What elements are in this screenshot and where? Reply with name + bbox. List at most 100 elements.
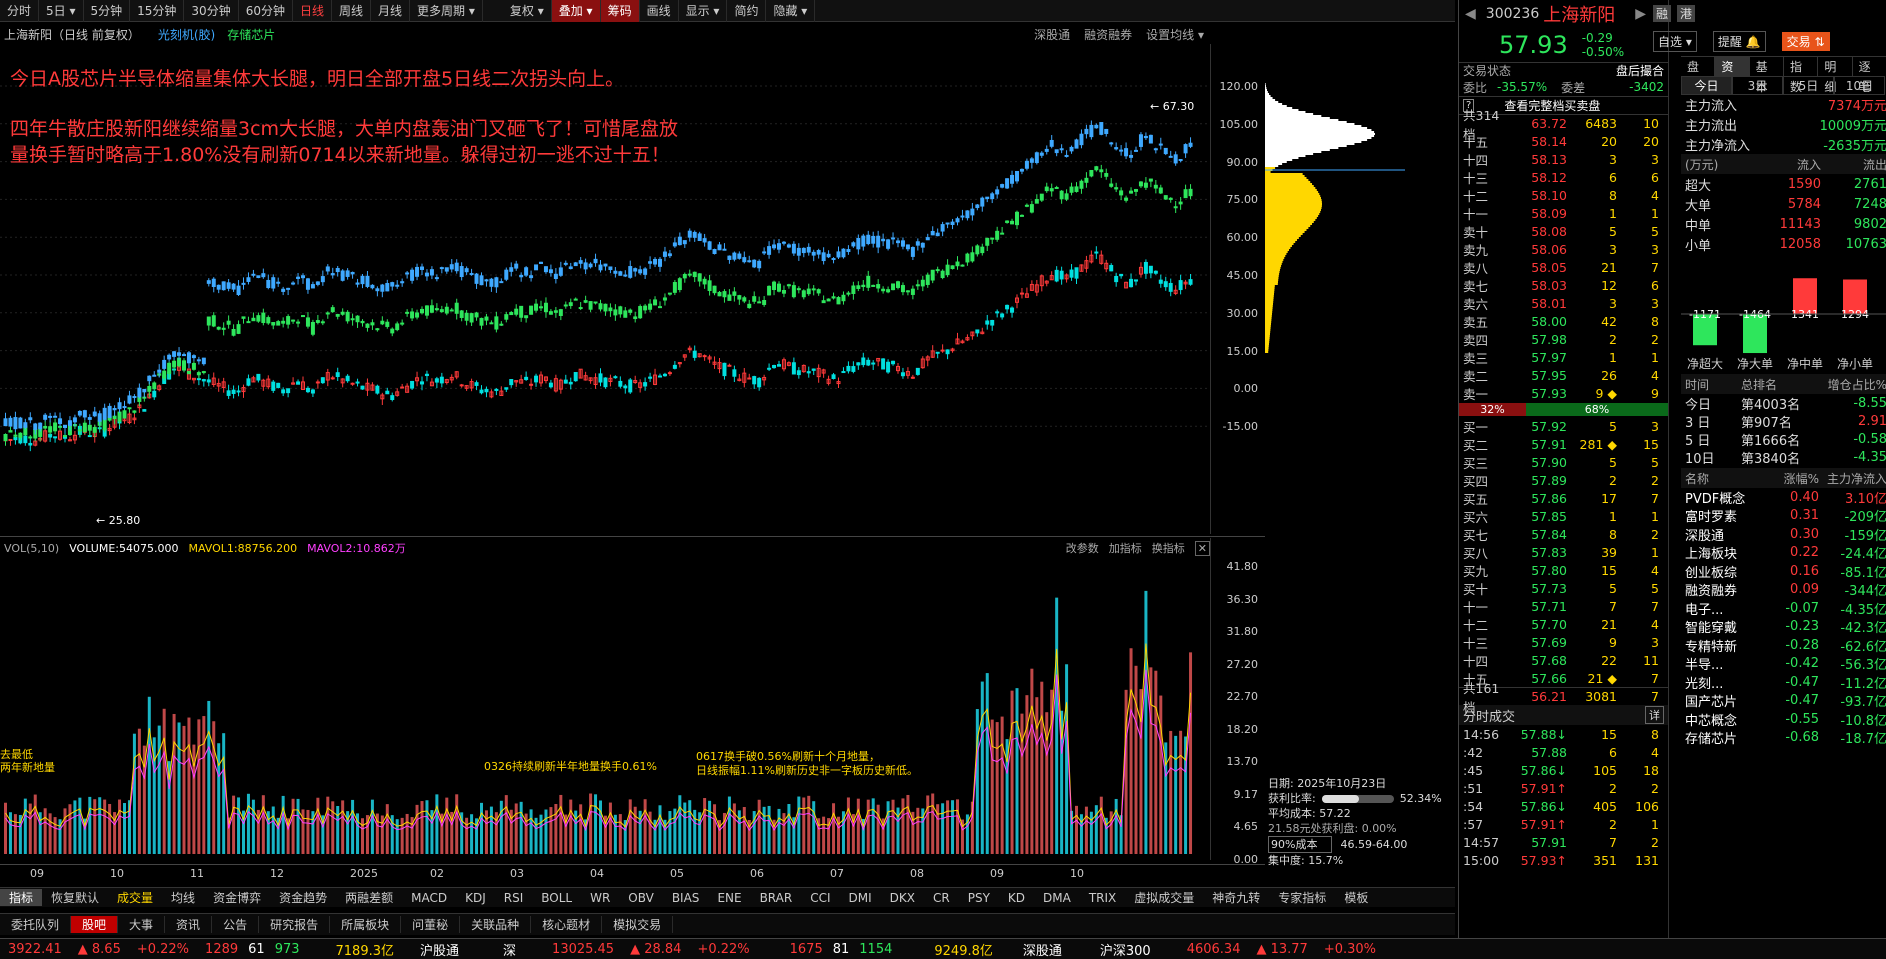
tool-4[interactable]: 显示 ▾	[679, 0, 728, 22]
tag-1[interactable]: 光刻机(胶)	[158, 26, 215, 43]
bottom-tab-10[interactable]: 模拟交易	[602, 916, 674, 933]
trade-button[interactable]: 交易 ⇅	[1781, 31, 1830, 51]
indicator-tab-0[interactable]: 指标	[0, 889, 43, 906]
indicator-tab-22[interactable]: DMA	[1034, 891, 1080, 905]
bid-row[interactable]: 买五 57.86 17 7	[1459, 489, 1668, 507]
ask-row[interactable]: 十五 58.14 20 20	[1459, 132, 1668, 150]
ask-row[interactable]: 卖二 57.95 26 4	[1459, 366, 1668, 384]
bottom-tab-1[interactable]: 股吧	[71, 916, 119, 933]
tag-2[interactable]: 存储芯片	[227, 26, 275, 43]
bid-row[interactable]: 买八 57.83 39 1	[1459, 543, 1668, 561]
link-rzrq[interactable]: 融资融券	[1084, 26, 1132, 43]
tool-5[interactable]: 简约	[727, 0, 767, 22]
ask-row[interactable]: 卖五 58.00 42 8	[1459, 312, 1668, 330]
sector-row[interactable]: 深股通 0.30 -159亿	[1681, 525, 1886, 544]
ask-row[interactable]: 十一 58.09 1 1	[1459, 204, 1668, 222]
sector-row[interactable]: 国产芯片 -0.47 -93.7亿	[1681, 692, 1886, 710]
bid-row[interactable]: 买二 57.91 281 ◆ 15	[1459, 435, 1668, 453]
sector-row[interactable]: 中芯概念 -0.55 -10.8亿	[1681, 710, 1886, 729]
sector-row[interactable]: PVDF概念 0.40 3.10亿	[1681, 488, 1886, 507]
sh-index[interactable]: 3922.41	[0, 942, 70, 957]
bid-row[interactable]: 买六 57.85 1 1	[1459, 507, 1668, 525]
tool-3[interactable]: 画线	[640, 0, 679, 22]
bid-row[interactable]: 买三 57.90 5 5	[1459, 453, 1668, 471]
sz-index[interactable]: 13025.45	[544, 942, 622, 957]
period-tab-7[interactable]: 周线	[332, 0, 372, 22]
tool-1[interactable]: 叠加 ▾	[551, 0, 601, 22]
ask-row[interactable]: 十四 58.13 3 3	[1459, 150, 1668, 168]
period-tab-4[interactable]: 30分钟	[184, 0, 239, 22]
sector-row[interactable]: 半导... -0.42 -56.3亿	[1681, 655, 1886, 673]
hs300-label[interactable]: 沪深300	[1092, 940, 1159, 959]
indicator-tab-5[interactable]: 资金趋势	[270, 889, 336, 906]
indicator-tab-12[interactable]: OBV	[619, 891, 663, 905]
fund-period-tab-3[interactable]: 10日	[1834, 75, 1885, 95]
sector-row[interactable]: 智能穿戴 -0.23 -42.3亿	[1681, 618, 1886, 636]
sector-row[interactable]: 创业板综 0.16 -85.1亿	[1681, 562, 1886, 581]
indicator-tab-8[interactable]: KDJ	[456, 891, 495, 905]
period-tab-3[interactable]: 15分钟	[130, 0, 185, 22]
indicator-tab-20[interactable]: PSY	[959, 891, 999, 905]
bottom-tab-6[interactable]: 所属板块	[330, 916, 402, 933]
indicator-tab-17[interactable]: DMI	[840, 891, 881, 905]
bid-row[interactable]: 买十 57.73 5 5	[1459, 579, 1668, 597]
ask-row[interactable]: 卖七 58.03 12 6	[1459, 276, 1668, 294]
indicator-tab-10[interactable]: BOLL	[532, 891, 581, 905]
link-sgt[interactable]: 深股通	[1034, 26, 1070, 43]
ask-row[interactable]: 卖三 57.97 1 1	[1459, 348, 1668, 366]
sgt-label[interactable]: 深股通	[1015, 940, 1070, 959]
fund-period-tab-1[interactable]: 3日	[1732, 75, 1783, 95]
ask-row[interactable]: 卖九 58.06 3 3	[1459, 240, 1668, 258]
bottom-tab-5[interactable]: 研究报告	[259, 916, 331, 933]
indicator-tab-7[interactable]: MACD	[402, 891, 456, 905]
bottom-tab-4[interactable]: 公告	[212, 916, 260, 933]
full-book-link[interactable]: 查看完整档买卖盘	[1504, 97, 1600, 114]
fund-tab-1[interactable]: 资金	[1715, 56, 1750, 94]
cost-select[interactable]: 90%成本	[1268, 836, 1333, 853]
indicator-tab-11[interactable]: WR	[581, 891, 619, 905]
sector-row[interactable]: 上海板块 0.22 -24.4亿	[1681, 544, 1886, 562]
indicator-tab-21[interactable]: KD	[999, 891, 1034, 905]
tool-2[interactable]: 筹码	[600, 0, 640, 22]
indicator-tab-27[interactable]: 模板	[1335, 889, 1377, 906]
ask-row[interactable]: 十三 58.12 6 6	[1459, 168, 1668, 186]
bottom-tab-7[interactable]: 问董秘	[401, 916, 461, 933]
fund-tab-4[interactable]: 明细	[1818, 56, 1853, 94]
indicator-tab-4[interactable]: 资金博弈	[204, 889, 270, 906]
period-tab-2[interactable]: 5分钟	[84, 0, 131, 22]
bottom-tab-8[interactable]: 关联品种	[460, 916, 532, 933]
indicator-tab-1[interactable]: 恢复默认	[42, 889, 108, 906]
indicator-tab-23[interactable]: TRIX	[1080, 891, 1125, 905]
indicator-tab-26[interactable]: 专家指标	[1269, 889, 1335, 906]
bid-row[interactable]: 十二 57.70 21 4	[1459, 615, 1668, 633]
sector-row[interactable]: 融资融券 0.09 -344亿	[1681, 581, 1886, 599]
link-ma-setting[interactable]: 设置均线 ▾	[1146, 26, 1204, 43]
fund-period-tab-0[interactable]: 今日	[1681, 75, 1732, 95]
bottom-tab-3[interactable]: 资讯	[165, 916, 213, 933]
indicator-tab-6[interactable]: 两融差额	[336, 889, 402, 906]
bid-row[interactable]: 十三 57.69 9 3	[1459, 633, 1668, 651]
period-tab-1[interactable]: 5日 ▾	[39, 0, 84, 22]
indicator-tab-18[interactable]: DKX	[881, 891, 924, 905]
ask-row[interactable]: 卖六 58.01 3 3	[1459, 294, 1668, 312]
fund-tab-0[interactable]: 盘口	[1681, 56, 1716, 94]
tool-0[interactable]: 复权 ▾	[503, 0, 552, 22]
period-tab-6[interactable]: 日线	[293, 0, 332, 22]
sector-row[interactable]: 电子... -0.07 -4.35亿	[1681, 599, 1886, 618]
bid-row[interactable]: 买四 57.89 2 2	[1459, 471, 1668, 489]
bid-row[interactable]: 买七 57.84 8 2	[1459, 525, 1668, 543]
prev-arrow-icon[interactable]: ◀	[1465, 6, 1476, 22]
bid-row[interactable]: 买九 57.80 15 4	[1459, 561, 1668, 579]
bid-row[interactable]: 十四 57.68 22 11	[1459, 651, 1668, 669]
bottom-tab-0[interactable]: 委托队列	[0, 916, 72, 933]
bottom-tab-9[interactable]: 核心题材	[531, 916, 603, 933]
indicator-tab-16[interactable]: CCI	[801, 891, 839, 905]
period-tab-9[interactable]: 更多周期 ▾	[410, 0, 483, 22]
fund-tab-2[interactable]: 基本	[1750, 56, 1784, 94]
sector-row[interactable]: 存储芯片 -0.68 -18.7亿	[1681, 729, 1886, 747]
fund-tab-3[interactable]: 指数	[1784, 56, 1819, 94]
tool-6[interactable]: 隐藏 ▾	[766, 0, 816, 22]
indicator-tab-24[interactable]: 虚拟成交量	[1125, 889, 1203, 906]
price-chart[interactable]: 今日A股芯片半导体缩量集体大长腿，明日全部开盘5日线二次拐头向上。 四年牛散庄股…	[0, 44, 1405, 534]
ask-row[interactable]: 卖四 57.98 2 2	[1459, 330, 1668, 348]
